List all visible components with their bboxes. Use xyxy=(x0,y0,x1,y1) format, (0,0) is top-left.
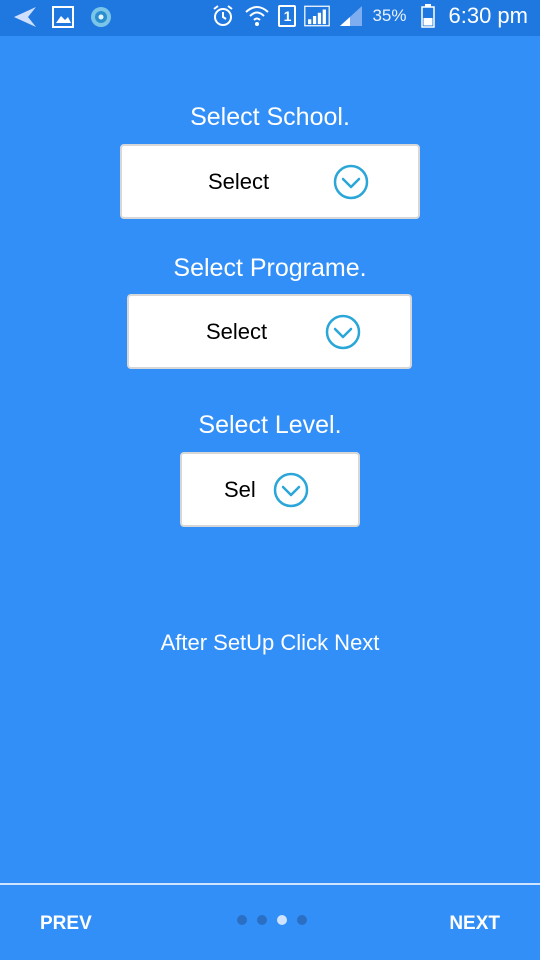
page-dot xyxy=(237,915,247,925)
sim-icon: 1 xyxy=(278,5,297,27)
programme-dropdown[interactable]: Select xyxy=(127,294,412,369)
navigation-arrow-icon xyxy=(12,4,38,30)
prev-button[interactable]: PREV xyxy=(40,913,92,935)
wifi-icon xyxy=(244,3,270,29)
app-badge-icon xyxy=(88,4,114,30)
chevron-down-icon xyxy=(325,314,361,350)
level-label: Select Level. xyxy=(198,411,342,439)
chevron-down-icon xyxy=(273,472,309,508)
footer-divider xyxy=(0,883,540,885)
page-indicator xyxy=(237,915,307,925)
school-dropdown[interactable]: Select xyxy=(120,144,420,219)
level-dropdown-value: Sel xyxy=(224,476,256,502)
page-dot-active xyxy=(277,915,287,925)
programme-label: Select Programe. xyxy=(173,254,367,282)
battery-icon xyxy=(415,3,441,29)
alarm-icon xyxy=(210,3,236,29)
level-dropdown[interactable]: Sel xyxy=(180,452,360,527)
clock: 6:30 pm xyxy=(448,3,529,28)
programme-dropdown-value: Select xyxy=(206,318,268,344)
page-dot xyxy=(257,915,267,925)
page-dot xyxy=(297,915,307,925)
chevron-down-icon xyxy=(333,164,369,200)
status-bar-right: 1 35% 6:30 pm xyxy=(210,3,528,29)
setup-hint: After SetUp Click Next xyxy=(160,630,380,655)
signal-strong-icon xyxy=(304,3,331,29)
battery-percent: 35% xyxy=(372,6,407,25)
status-bar: 1 35% 6:30 pm xyxy=(0,0,540,36)
school-label: Select School. xyxy=(190,103,350,131)
next-button[interactable]: NEXT xyxy=(449,913,500,935)
status-bar-left xyxy=(12,4,114,30)
signal-weak-icon xyxy=(338,3,364,29)
school-dropdown-value: Select xyxy=(208,168,270,194)
gallery-icon xyxy=(50,4,76,30)
